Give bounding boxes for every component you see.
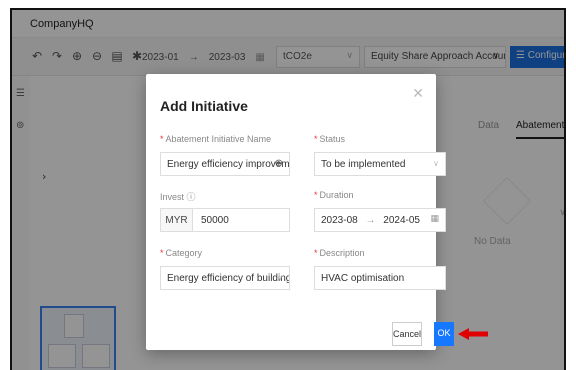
description-value: HVAC optimisation <box>321 273 405 284</box>
category-select[interactable]: Energy efficiency of buildings ∨ <box>160 266 290 290</box>
category-value: Energy efficiency of buildings <box>167 273 290 284</box>
description-input[interactable]: HVAC optimisation <box>314 266 446 290</box>
duration-label: * Duration <box>314 190 354 200</box>
category-label: * Category <box>160 248 203 258</box>
close-icon[interactable]: ✕ <box>412 86 424 102</box>
info-icon: ⓘ <box>186 193 196 203</box>
abatement-name-label: * Abatement Initiative Name <box>160 134 272 144</box>
description-label: * Description <box>314 248 365 258</box>
ok-button[interactable]: OK <box>434 322 454 346</box>
duration-end: 2024-05 <box>383 215 420 226</box>
add-initiative-dialog: Add Initiative ✕ * Abatement Initiative N… <box>146 74 488 350</box>
currency-addon: MYR <box>161 209 193 231</box>
duration-separator: → <box>365 215 376 226</box>
chevron-down-icon: ∨ <box>433 159 439 168</box>
calendar-icon: ▦ <box>430 214 439 224</box>
invest-label: Invest ⓘ <box>160 192 196 203</box>
abatement-name-input[interactable]: Energy efficiency improvement ⊕ <box>160 152 290 176</box>
invest-value: 50000 <box>201 215 229 226</box>
status-select[interactable]: To be implemented ∨ <box>314 152 446 176</box>
status-label: * Status <box>314 134 346 144</box>
status-value: To be implemented <box>321 159 406 170</box>
red-arrow-annotation <box>458 328 488 340</box>
chevron-down-icon: ∨ <box>277 273 283 282</box>
duration-range-picker[interactable]: 2023-08 → 2024-05 ▦ <box>314 208 446 232</box>
dialog-title: Add Initiative <box>160 98 248 114</box>
abatement-name-value: Energy efficiency improvement <box>167 159 290 170</box>
invest-input[interactable]: MYR 50000 <box>160 208 290 232</box>
globe-icon[interactable]: ⊕ <box>275 158 283 169</box>
cancel-button[interactable]: Cancel <box>392 322 422 346</box>
duration-start: 2023-08 <box>321 215 358 226</box>
app-window: CompanyHQ ↶ ↷ ⊕ ⊖ ▤ ✱ 2023-01 → 2023-03 … <box>10 8 566 370</box>
